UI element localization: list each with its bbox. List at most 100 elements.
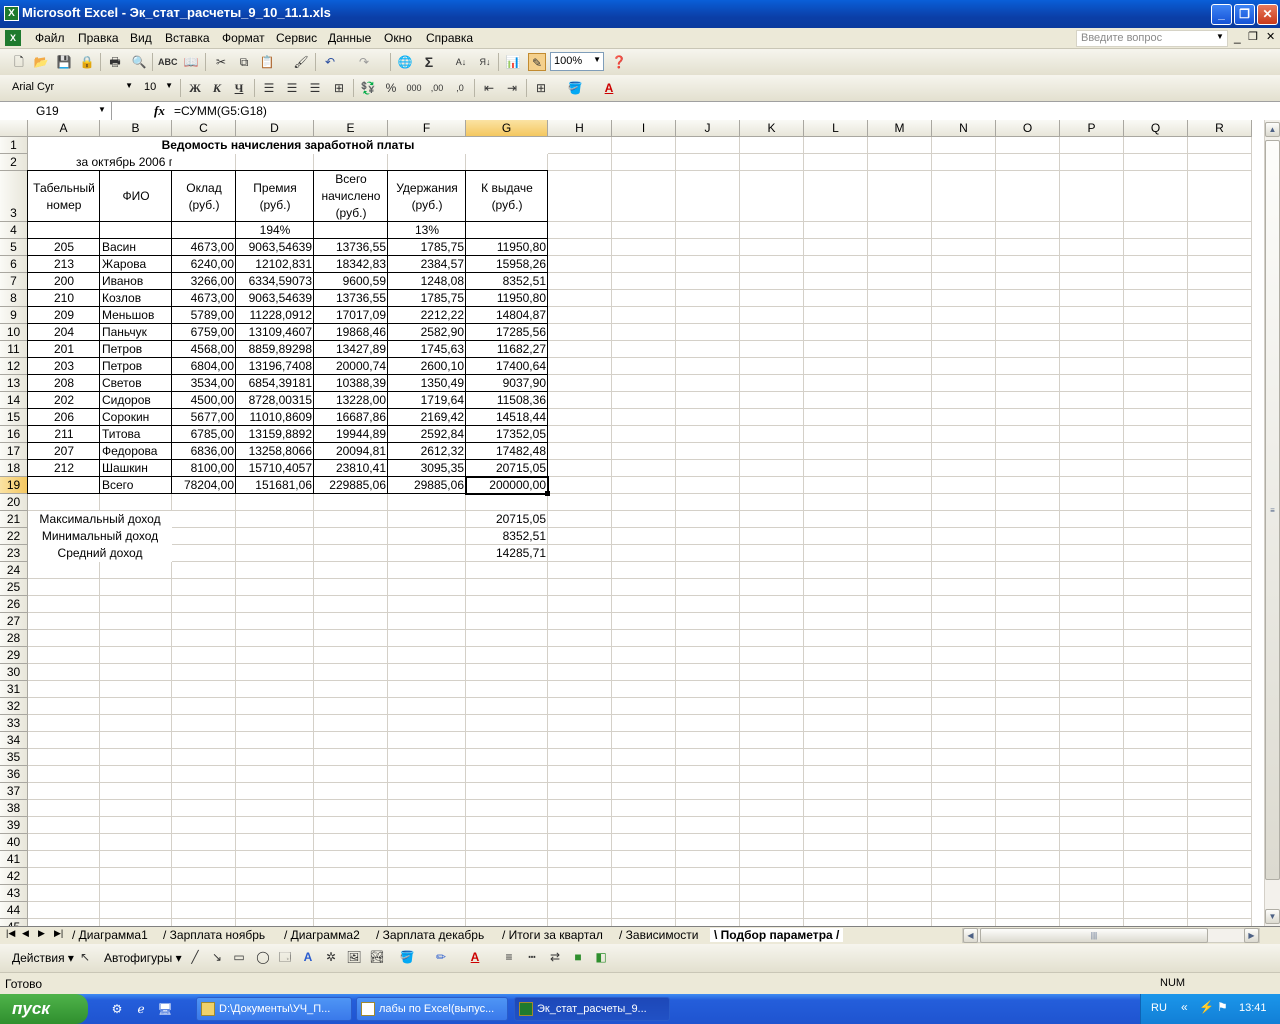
table-cell[interactable]: 13159,8892	[236, 426, 314, 443]
row-header[interactable]: 16	[0, 426, 28, 443]
table-cell[interactable]: 8100,00	[172, 460, 236, 477]
underline-icon[interactable]: Ч	[230, 79, 248, 97]
line-color-icon[interactable]: ✏	[432, 948, 450, 966]
table-cell[interactable]: 211	[28, 426, 100, 443]
table-cell[interactable]: 203	[28, 358, 100, 375]
table-cell[interactable]: 12102,831	[236, 256, 314, 273]
table-cell[interactable]: Васин	[100, 239, 172, 256]
undo-icon[interactable]: ↶	[321, 53, 339, 71]
row-header[interactable]: 12	[0, 358, 28, 375]
doc-restore-icon[interactable]: ❐	[1248, 30, 1258, 43]
row-header[interactable]: 41	[0, 851, 28, 868]
table-cell[interactable]: 6240,00	[172, 256, 236, 273]
column-header-e[interactable]: E	[314, 120, 388, 137]
column-header-c[interactable]: C	[172, 120, 236, 137]
row-header[interactable]: 22	[0, 528, 28, 545]
tab-sheet[interactable]: / Зарплата ноябрь	[163, 928, 265, 942]
row-header[interactable]: 26	[0, 596, 28, 613]
percent-icon[interactable]: %	[382, 79, 400, 97]
row-header[interactable]: 36	[0, 766, 28, 783]
stat-value[interactable]: 14285,71	[466, 545, 548, 562]
row-header[interactable]: 25	[0, 579, 28, 596]
table-cell[interactable]: 17352,05	[466, 426, 548, 443]
row-header[interactable]: 23	[0, 545, 28, 562]
table-cell[interactable]: 11682,27	[466, 341, 548, 358]
stat-value[interactable]: 20715,05	[466, 511, 548, 528]
draw-actions-menu[interactable]: Действия ▾	[12, 951, 74, 965]
table-cell[interactable]: 17482,48	[466, 443, 548, 460]
menu-format[interactable]: Формат	[222, 31, 265, 45]
sort-ascending-icon[interactable]: A↓	[452, 53, 470, 71]
task-excel[interactable]: Эк_стат_расчеты_9...	[514, 997, 670, 1021]
row-header[interactable]: 17	[0, 443, 28, 460]
table-cell[interactable]: 13228,00	[314, 392, 388, 409]
table-cell[interactable]: 13109,4607	[236, 324, 314, 341]
align-right-icon[interactable]: ☰	[306, 79, 324, 97]
table-cell[interactable]: 16687,86	[314, 409, 388, 426]
name-box[interactable]: G19 ▼	[0, 102, 112, 120]
arrow-style-icon[interactable]: ⇄	[546, 948, 564, 966]
clipart-icon[interactable]: 🖼	[345, 948, 363, 966]
column-header-l[interactable]: L	[804, 120, 868, 137]
scroll-up-icon[interactable]: ▲	[1265, 122, 1280, 137]
help-icon[interactable]: ❓	[610, 53, 628, 71]
picture-icon[interactable]: 🏞	[368, 948, 386, 966]
row-header[interactable]: 38	[0, 800, 28, 817]
help-search-input[interactable]: Введите вопрос	[1076, 30, 1228, 47]
tab-sheet[interactable]: / Диаграмма1	[72, 928, 148, 942]
table-cell[interactable]: Светов	[100, 375, 172, 392]
rectangle-icon[interactable]: ▭	[230, 948, 248, 966]
shadow-icon[interactable]: ■	[569, 948, 587, 966]
row-header[interactable]: 14	[0, 392, 28, 409]
table-cell[interactable]: 17400,64	[466, 358, 548, 375]
first-sheet-icon[interactable]: |◀	[6, 928, 15, 939]
table-cell[interactable]: Меньшов	[100, 307, 172, 324]
table-cell[interactable]: Петров	[100, 341, 172, 358]
table-cell[interactable]: 2600,10	[388, 358, 466, 375]
autosum-icon[interactable]: Σ	[420, 53, 438, 71]
selected-cell-outline[interactable]	[465, 476, 549, 495]
tab-sheet[interactable]: / Зарплата декабрь	[376, 928, 484, 942]
table-cell[interactable]: 2169,42	[388, 409, 466, 426]
wordart-icon[interactable]: A	[299, 948, 317, 966]
maximize-button[interactable]: ❐	[1234, 4, 1255, 25]
tab-sheet[interactable]: / Диаграмма2	[284, 928, 360, 942]
table-cell[interactable]: 20715,05	[466, 460, 548, 477]
column-header-o[interactable]: O	[996, 120, 1060, 137]
diagram-icon[interactable]: ✲	[322, 948, 340, 966]
table-cell[interactable]: Паньчук	[100, 324, 172, 341]
table-cell[interactable]: 4500,00	[172, 392, 236, 409]
tray-flag-icon[interactable]: ⚑	[1217, 1000, 1228, 1014]
row-header[interactable]: 11	[0, 341, 28, 358]
row-header[interactable]: 24	[0, 562, 28, 579]
tray-expand-icon[interactable]: «	[1181, 1000, 1188, 1014]
table-cell[interactable]: 210	[28, 290, 100, 307]
sheet-title[interactable]: Ведомость начисления заработной платы	[28, 137, 548, 154]
table-cell[interactable]: 19868,46	[314, 324, 388, 341]
decrease-indent-icon[interactable]: ⇤	[480, 79, 498, 97]
font-name-combo[interactable]: Arial Cyr ▼	[8, 78, 136, 97]
table-cell[interactable]: 206	[28, 409, 100, 426]
row-header[interactable]: 43	[0, 885, 28, 902]
borders-icon[interactable]: ⊞	[532, 79, 550, 97]
stat-label[interactable]: Средний доход	[28, 545, 172, 562]
table-cell[interactable]: 11950,80	[466, 290, 548, 307]
table-cell[interactable]: 1745,63	[388, 341, 466, 358]
fill-color-icon[interactable]: 🪣	[566, 79, 584, 97]
table-cell[interactable]: 8859,89298	[236, 341, 314, 358]
open-folder-icon[interactable]: 📂	[32, 53, 50, 71]
name-box-dropdown-icon[interactable]: ▼	[98, 105, 106, 114]
table-cell[interactable]: 2384,57	[388, 256, 466, 273]
table-cell[interactable]: 19944,89	[314, 426, 388, 443]
draw-font-color-icon[interactable]: A	[466, 948, 484, 966]
start-button[interactable]: пуск	[0, 994, 88, 1024]
table-cell[interactable]: 202	[28, 392, 100, 409]
save-icon[interactable]: 💾	[55, 53, 73, 71]
row-header[interactable]: 31	[0, 681, 28, 698]
line-icon[interactable]: ╱	[186, 948, 204, 966]
row-header[interactable]: 27	[0, 613, 28, 630]
worksheet-grid[interactable]: A B C D E F G H I J K L M N O P Q R 1 2 3 4 5 6 7 8 9 10 11 12 13 14 15 1…	[0, 120, 1264, 926]
dash-style-icon[interactable]: ┅	[523, 948, 541, 966]
row-header[interactable]: 6	[0, 256, 28, 273]
total-cell[interactable]: 151681,06	[236, 477, 314, 494]
